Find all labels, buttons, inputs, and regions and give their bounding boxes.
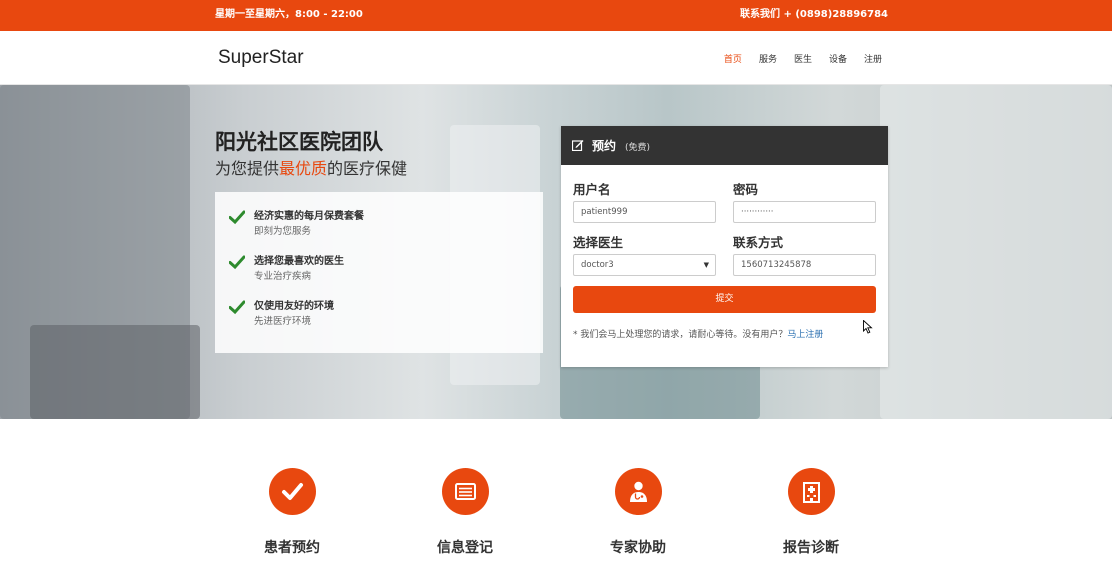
doctor-label: 选择医生: [573, 235, 624, 250]
hero-section: 阳光社区医院团队 为您提供最优质的医疗保健 经济实惠的每月保费套餐 即刻为您服务…: [0, 85, 1112, 419]
edit-icon: [572, 140, 584, 151]
nav-item-doctors[interactable]: 医生: [794, 52, 812, 65]
contact-label: 联系方式: [733, 235, 784, 250]
contact-input[interactable]: 1560713245878: [733, 254, 876, 276]
service-icon-circle: [441, 468, 489, 515]
brand-logo[interactable]: SuperStar: [218, 47, 304, 69]
service-item[interactable]: 报告诊断: [761, 468, 861, 557]
service-icon-circle: [614, 468, 662, 515]
password-label: 密码: [733, 182, 759, 197]
doctor-select[interactable]: doctor3 ▼: [573, 254, 716, 276]
feature-desc: 先进医疗环境: [254, 316, 312, 327]
navbar: SuperStar 首页 服务 医生 设备 注册: [0, 31, 1112, 85]
mouse-cursor-icon: [863, 320, 873, 334]
register-link[interactable]: 马上注册: [787, 330, 823, 340]
service-label: 信息登记: [437, 540, 493, 556]
free-tag: (免费): [625, 143, 651, 153]
password-input[interactable]: ············: [733, 201, 876, 223]
hero-subtitle-post: 的医疗保健: [327, 159, 408, 178]
form-header: 预约 (免费): [561, 126, 888, 165]
hero-subtitle-highlight: 最优质: [279, 159, 328, 178]
form-icon: [454, 483, 476, 500]
check-icon: [229, 255, 245, 270]
service-item[interactable]: 信息登记: [415, 468, 515, 557]
service-label: 报告诊断: [783, 540, 839, 556]
username-label: 用户名: [573, 182, 611, 197]
nav-item-register[interactable]: 注册: [864, 52, 882, 65]
check-icon: [281, 483, 303, 500]
hospital-icon: [802, 482, 820, 503]
service-label: 专家协助: [610, 540, 666, 556]
appointment-form: 预约 (免费) 用户名 patient999 密码 ············ 选…: [561, 126, 888, 367]
hero-subtitle: 为您提供最优质的医疗保健: [215, 155, 407, 179]
feature-title: 仅使用友好的环境: [254, 301, 334, 312]
service-icon-circle: [787, 468, 835, 515]
feature-desc: 即刻为您服务: [254, 226, 312, 237]
submit-button[interactable]: 提交: [573, 286, 876, 313]
feature-title: 经济实惠的每月保费套餐: [254, 211, 364, 222]
main-nav: 首页 服务 医生 设备 注册: [707, 52, 882, 65]
service-label: 患者预约: [264, 540, 320, 556]
nav-item-services[interactable]: 服务: [759, 52, 777, 65]
hero-bg-shape: [880, 85, 1112, 419]
doctor-select-value: doctor3: [581, 260, 614, 270]
feature-title: 选择您最喜欢的医生: [254, 256, 344, 267]
doctor-icon: [629, 481, 647, 502]
username-input[interactable]: patient999: [573, 201, 716, 223]
check-icon: [229, 300, 245, 315]
top-bar: 星期一至星期六，8:00 - 22:00 联系我们 + (0898)288967…: [0, 0, 1112, 31]
form-title: 预约: [592, 139, 617, 153]
form-note-text: * 我们会马上处理您的请求，请耐心等待。没有用户？: [573, 330, 788, 340]
service-item[interactable]: 专家协助: [588, 468, 688, 557]
caret-down-icon: ▼: [703, 261, 709, 269]
hero-bg-shape: [30, 325, 200, 419]
form-note: * 我们会马上处理您的请求，请耐心等待。没有用户？马上注册: [573, 327, 823, 340]
service-icon-circle: [268, 468, 316, 515]
opening-hours: 星期一至星期六，8:00 - 22:00: [215, 9, 363, 20]
hero-title: 阳光社区医院团队: [215, 130, 383, 154]
service-item[interactable]: 患者预约: [242, 468, 342, 557]
nav-item-home[interactable]: 首页: [724, 52, 742, 65]
check-icon: [229, 210, 245, 225]
contact-phone: 联系我们 + (0898)28896784: [740, 9, 888, 20]
nav-item-equipment[interactable]: 设备: [829, 52, 847, 65]
feature-desc: 专业治疗疾病: [254, 271, 312, 282]
features-box: 经济实惠的每月保费套餐 即刻为您服务 选择您最喜欢的医生 专业治疗疾病 仅使用友…: [215, 192, 543, 353]
hero-subtitle-pre: 为您提供: [215, 159, 280, 178]
